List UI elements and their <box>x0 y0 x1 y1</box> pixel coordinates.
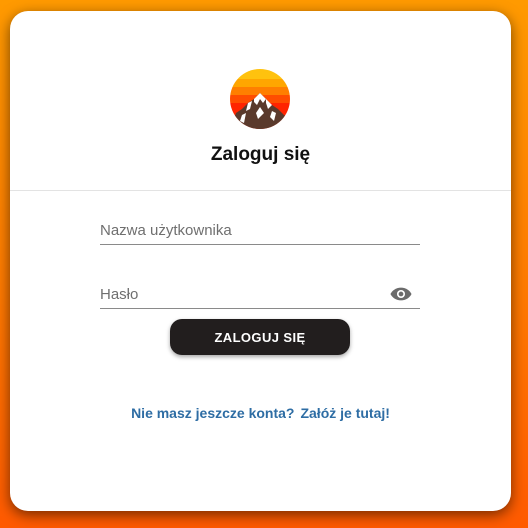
header-divider <box>10 190 511 191</box>
login-button[interactable]: ZALOGUJ SIĘ <box>170 319 350 355</box>
username-input[interactable] <box>100 217 420 243</box>
password-field <box>100 281 420 309</box>
signup-prompt-text: Nie masz jeszcze konta? <box>131 405 295 421</box>
eye-icon[interactable] <box>390 286 412 302</box>
signup-link[interactable]: Załóż je tutaj! <box>300 405 389 421</box>
username-field <box>100 217 420 245</box>
signup-prompt: Nie masz jeszcze konta? Załóż je tutaj! <box>10 405 511 421</box>
mountain-sunset-logo-icon <box>230 69 290 129</box>
login-card: Zaloguj się ZALOGUJ SIĘ Nie masz jeszcze… <box>10 11 511 511</box>
page-title: Zaloguj się <box>210 144 311 165</box>
password-input[interactable] <box>100 281 420 307</box>
